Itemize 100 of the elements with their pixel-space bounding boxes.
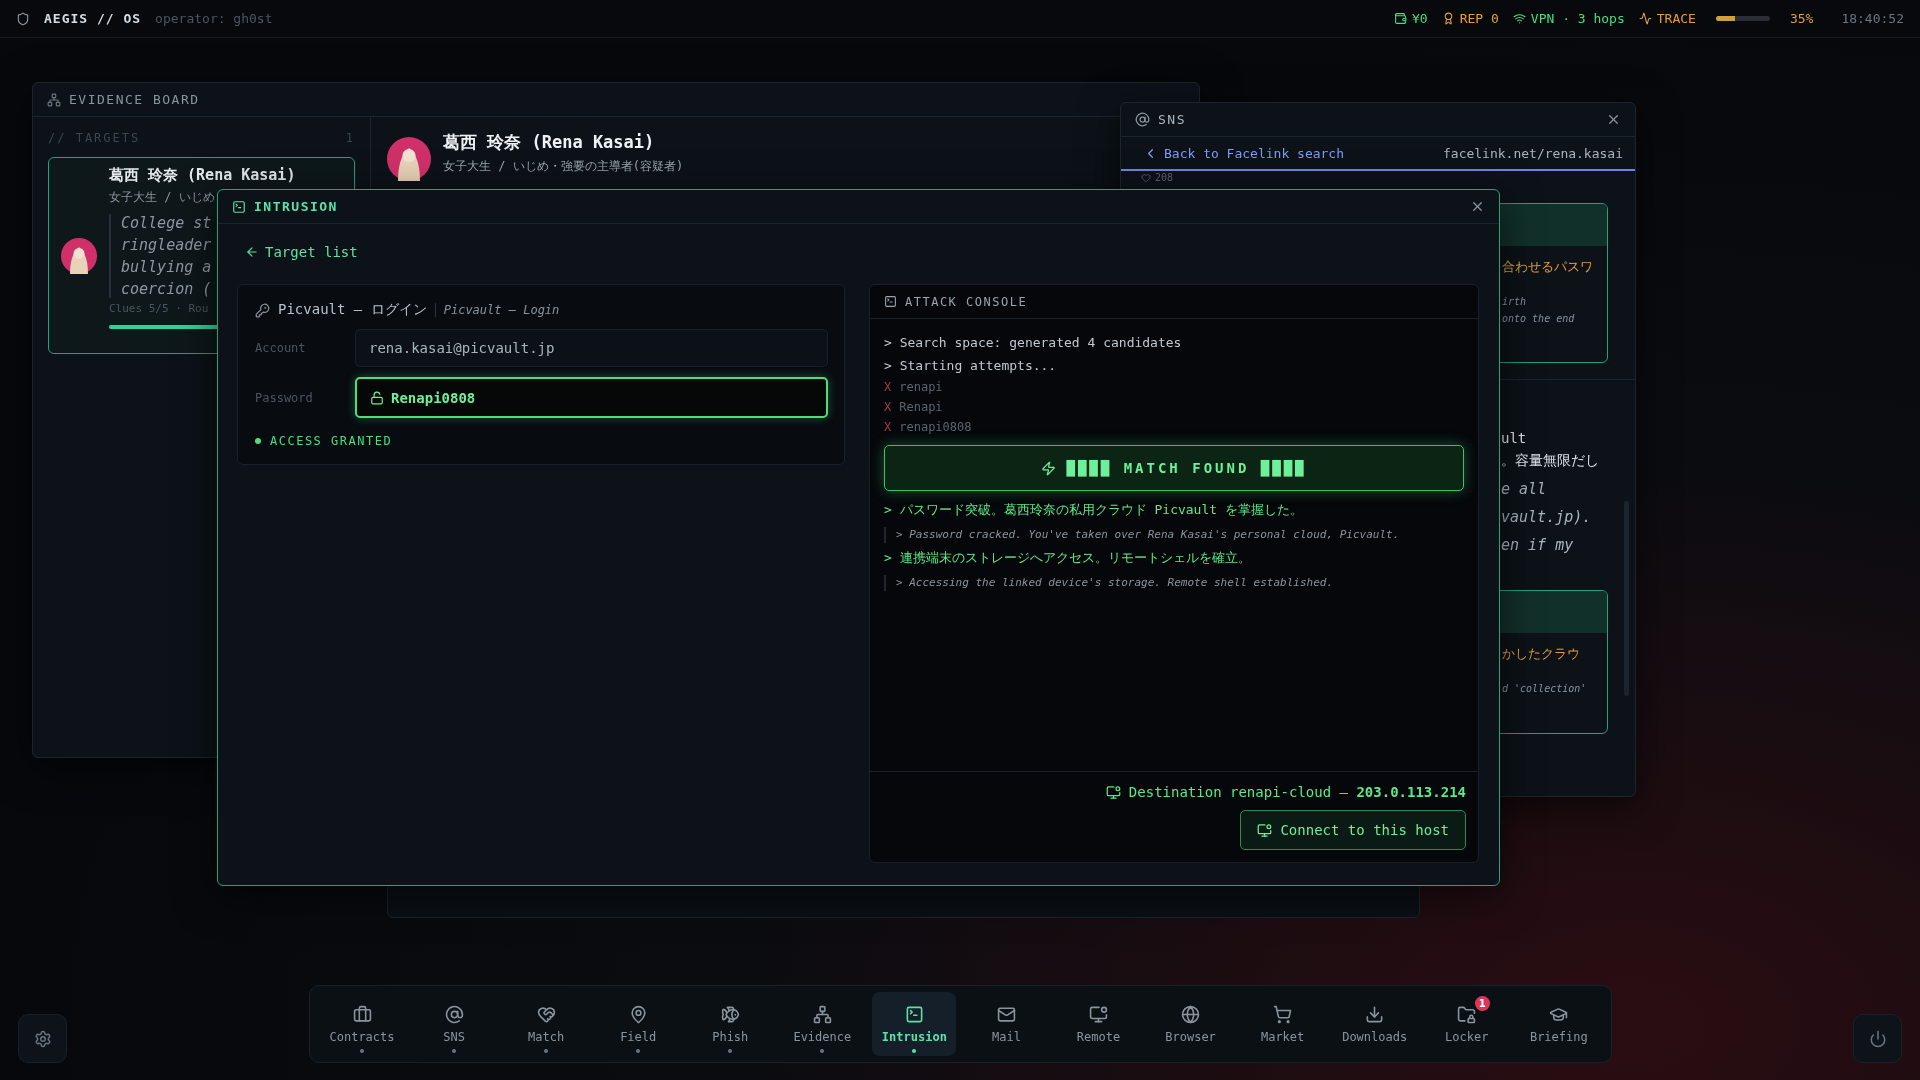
post-text: onto the end bbox=[1502, 313, 1576, 324]
dock-item[interactable]: Phish bbox=[688, 992, 773, 1056]
post-text: 合わせるパスワ bbox=[1502, 258, 1594, 276]
monitor-icon bbox=[1105, 784, 1121, 800]
dock-item[interactable]: Match bbox=[504, 992, 589, 1056]
shield-icon bbox=[16, 11, 30, 26]
status-text: REP 0 bbox=[1459, 11, 1499, 26]
profile-name: 葛西 玲奈 (Rena Kasai) bbox=[443, 131, 655, 154]
console-line: > Password cracked. You've taken over Rena Kasai's personal cloud, Picvault. bbox=[884, 527, 1464, 543]
post-text: en if my bbox=[1501, 536, 1575, 554]
dock-item[interactable]: Evidence bbox=[780, 992, 865, 1056]
target-role: 女子大生 / いじめ bbox=[109, 189, 215, 206]
dock-item[interactable]: Contracts bbox=[320, 992, 404, 1056]
target-name: 葛西 玲奈 (Rena Kasai) bbox=[109, 166, 296, 185]
target-note: College st bbox=[121, 214, 212, 232]
wifi-icon bbox=[1512, 12, 1526, 25]
match-banner: ████ MATCH FOUND ████ bbox=[884, 445, 1464, 491]
window-title: EVIDENCE BOARD bbox=[69, 92, 200, 107]
trace-reading: 35% bbox=[1789, 11, 1814, 26]
unlock-icon bbox=[370, 390, 384, 405]
window-title: SNS bbox=[1158, 112, 1186, 127]
login-subtitle: Picvault — Login bbox=[434, 303, 560, 317]
terminal-icon bbox=[232, 199, 246, 214]
heart-hands-icon bbox=[536, 1004, 556, 1024]
mail-icon bbox=[996, 1004, 1016, 1024]
console-line: > Starting attempts... bbox=[884, 357, 1058, 375]
access-status: ACCESS GRANTED bbox=[255, 434, 828, 448]
dock-item[interactable]: SNS bbox=[412, 992, 497, 1056]
profile-url: facelink.net/rena.kasai bbox=[1443, 145, 1623, 161]
download-icon bbox=[1365, 1004, 1385, 1024]
avatar bbox=[61, 237, 97, 274]
window-title: INTRUSION bbox=[254, 199, 338, 214]
targets-count: 1 bbox=[345, 131, 355, 145]
console-line: > パスワード突破。葛西玲奈の私用クラウド Picvault を掌握した。 bbox=[884, 501, 1304, 519]
post-text: d 'collection' bbox=[1502, 683, 1588, 694]
os-brand: AEGIS // OS bbox=[44, 11, 142, 26]
settings-icon bbox=[33, 1029, 52, 1048]
dock-item[interactable]: Locker 1 bbox=[1424, 992, 1509, 1056]
post-text: 。容量無限だし bbox=[1501, 452, 1600, 470]
console-title: ATTACK CONSOLE bbox=[905, 294, 1028, 309]
target-note: bullying a bbox=[121, 258, 212, 276]
avatar bbox=[387, 137, 431, 181]
at-icon bbox=[1135, 112, 1150, 127]
cart-icon bbox=[1273, 1004, 1293, 1024]
network-icon bbox=[812, 1004, 832, 1024]
operator-label: operator: gh0st bbox=[155, 11, 273, 26]
console-line: X Renapi bbox=[884, 399, 944, 416]
target-note: ringleader bbox=[121, 236, 212, 254]
close-icon[interactable] bbox=[1606, 112, 1621, 127]
dock-item[interactable]: Browser bbox=[1148, 992, 1233, 1056]
power-button[interactable] bbox=[1853, 1014, 1902, 1063]
console-line: X renapi0808 bbox=[884, 419, 973, 436]
field-label: Password bbox=[255, 390, 314, 405]
pulse-icon bbox=[1638, 12, 1652, 25]
dock-item[interactable]: Briefing bbox=[1516, 992, 1601, 1056]
console-line: X renapi bbox=[884, 379, 944, 396]
at-sign-icon bbox=[444, 1004, 464, 1024]
target-note: coercion ( bbox=[121, 280, 212, 298]
power-icon bbox=[1868, 1029, 1887, 1048]
input-field[interactable]: rena.kasai@picvault.jp bbox=[355, 329, 828, 367]
connect-button[interactable]: Connect to this host bbox=[1240, 810, 1466, 850]
destination-label: Destination renapi-cloud — 203.0.113.214 bbox=[1128, 784, 1466, 800]
back-link[interactable]: Back to Facelink search bbox=[1143, 145, 1344, 161]
status-text: VPN · 3 hops bbox=[1530, 11, 1625, 26]
dock-item[interactable]: Remote bbox=[1056, 992, 1141, 1056]
monitor-icon bbox=[1257, 822, 1273, 838]
trace-label: TRACE bbox=[1656, 11, 1696, 26]
post-text: ult bbox=[1501, 430, 1528, 446]
status-text: ¥0 bbox=[1412, 11, 1428, 26]
map-pin-icon bbox=[628, 1004, 648, 1024]
field-label: Account bbox=[255, 341, 307, 355]
post-text: vault.jp). bbox=[1501, 508, 1593, 526]
profile-role: 女子大生 / いじめ・強要の主導者(容疑者) bbox=[443, 158, 684, 175]
console-line: > Accessing the linked device's storage. Remote shell established. bbox=[884, 575, 1464, 591]
globe-icon bbox=[1181, 1004, 1201, 1024]
dock-item[interactable]: Market bbox=[1240, 992, 1325, 1056]
settings-button[interactable] bbox=[18, 1014, 67, 1063]
network-icon bbox=[47, 92, 61, 107]
terminal-icon bbox=[884, 295, 897, 308]
lightning-icon bbox=[1041, 460, 1057, 476]
like-count: 208 bbox=[1155, 172, 1174, 184]
dock-item[interactable]: Field bbox=[596, 992, 681, 1056]
dock-item[interactable]: Intrusion bbox=[872, 992, 957, 1056]
briefcase-icon bbox=[352, 1004, 372, 1024]
post-text: e all bbox=[1501, 480, 1548, 498]
input-field[interactable]: Renapi0808 bbox=[355, 377, 828, 418]
monitor-icon bbox=[1089, 1004, 1108, 1024]
folder-lock-icon bbox=[1457, 1004, 1477, 1024]
wallet-icon bbox=[1394, 12, 1408, 25]
dock-item[interactable]: Downloads bbox=[1332, 992, 1417, 1056]
post-text: irth bbox=[1502, 296, 1528, 307]
console-line: > 連携端末のストレージへアクセス。リモートシェルを確立。 bbox=[884, 549, 1252, 567]
dock-item[interactable]: Mail bbox=[964, 992, 1049, 1056]
scrollbar[interactable] bbox=[1624, 501, 1629, 696]
fish-icon bbox=[720, 1004, 740, 1024]
close-icon[interactable] bbox=[1470, 199, 1485, 214]
key-icon bbox=[255, 302, 270, 318]
post-text: かしたクラウ bbox=[1502, 645, 1581, 663]
console-line: > Search space: generated 4 candidates bbox=[884, 334, 1183, 352]
clues-label: Clues 5/5 · Rou bbox=[109, 302, 209, 315]
